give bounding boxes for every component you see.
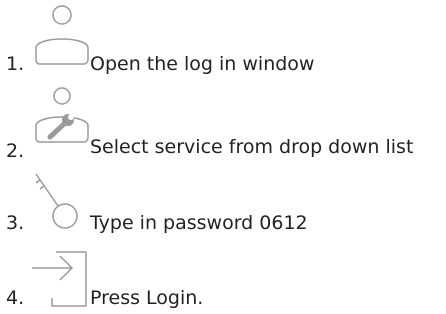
step-3: 3. Type in password 0612 bbox=[0, 170, 446, 240]
step-number: 2. bbox=[6, 140, 25, 162]
step-text: Press Login. bbox=[90, 287, 204, 309]
step-number: 3. bbox=[6, 212, 25, 234]
step-number: 4. bbox=[6, 287, 25, 309]
step-4: 4. Press Login. bbox=[0, 242, 446, 312]
step-number: 1. bbox=[6, 53, 25, 75]
step-text: Select service from drop down list bbox=[90, 136, 414, 158]
step-2: 2. Select service from drop down list bbox=[0, 87, 446, 162]
step-text: Open the log in window bbox=[90, 53, 315, 75]
step-1: 1. Open the log in window bbox=[0, 0, 446, 75]
step-text: Type in password 0612 bbox=[90, 212, 308, 234]
